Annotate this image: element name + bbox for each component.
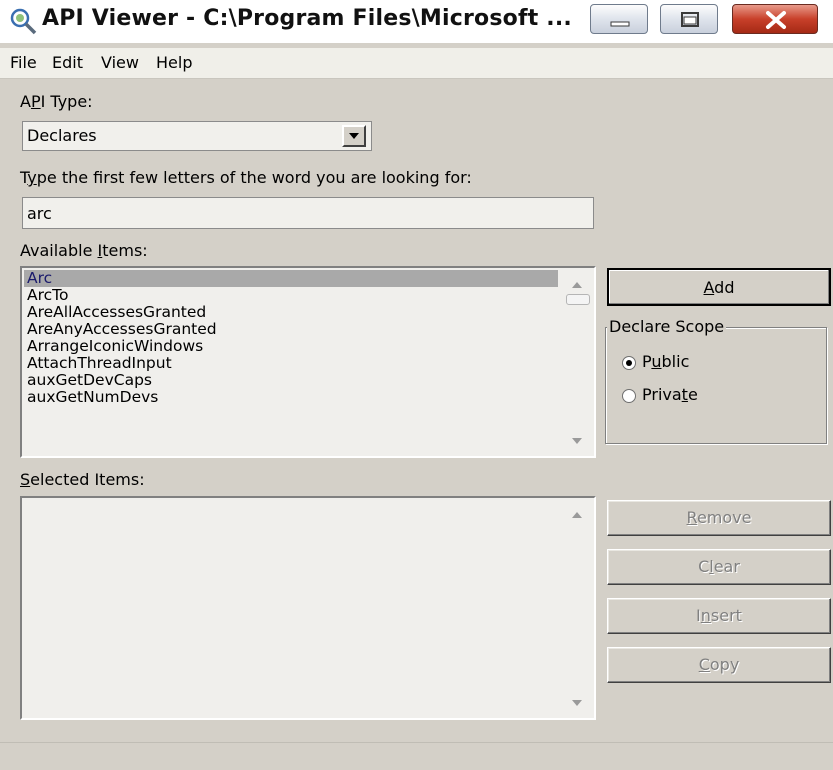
dropdown-button[interactable] <box>342 125 366 147</box>
minimize-icon <box>610 21 630 27</box>
copy-button[interactable]: Copy <box>607 647 831 683</box>
api-type-value: Declares <box>27 126 97 145</box>
window-title: API Viewer - C:\Program Files\Microsoft … <box>42 6 572 31</box>
scroll-up-icon[interactable] <box>572 512 582 518</box>
declare-scope-group <box>605 327 827 444</box>
search-input[interactable] <box>22 197 594 229</box>
close-button[interactable] <box>732 4 818 34</box>
search-label: Type the first few letters of the word y… <box>20 168 472 187</box>
clear-button[interactable]: Clear <box>607 549 831 585</box>
list-item[interactable]: AreAnyAccessesGranted <box>24 321 558 338</box>
maximize-button[interactable] <box>660 4 718 34</box>
minimize-button[interactable] <box>590 4 648 34</box>
available-items-container: Arc ArcTo AreAllAccessesGranted AreAnyAc… <box>24 270 558 406</box>
selected-items-label: Selected Items: <box>20 470 145 489</box>
api-viewer-app-icon <box>10 8 37 35</box>
private-label[interactable]: Private <box>642 385 698 404</box>
maximize-icon <box>681 12 699 27</box>
available-items-label: Available Items: <box>20 241 148 260</box>
scroll-down-icon[interactable] <box>572 700 582 706</box>
api-type-dropdown[interactable]: Declares <box>22 121 372 151</box>
insert-button[interactable]: Insert <box>607 598 831 634</box>
menu-file[interactable]: File <box>10 53 37 72</box>
list-item[interactable]: ArcTo <box>24 287 558 304</box>
chevron-down-icon <box>349 133 359 139</box>
public-label[interactable]: Public <box>642 352 689 371</box>
api-type-label: API Type: <box>20 92 93 111</box>
menu-bar: File Edit View Help <box>0 48 833 79</box>
available-items-list[interactable]: Arc ArcTo AreAllAccessesGranted AreAnyAc… <box>20 266 596 458</box>
close-icon <box>766 11 786 29</box>
list-item[interactable]: Arc <box>24 270 558 287</box>
remove-button[interactable]: Remove <box>607 500 831 536</box>
menu-help[interactable]: Help <box>156 53 192 72</box>
menu-view[interactable]: View <box>101 53 139 72</box>
available-items-scrollbar[interactable] <box>562 270 592 454</box>
radio-selected-dot <box>626 360 632 366</box>
menu-edit[interactable]: Edit <box>52 53 83 72</box>
public-radio[interactable] <box>622 356 636 370</box>
scroll-down-icon[interactable] <box>572 438 582 444</box>
list-item[interactable]: ArrangeIconicWindows <box>24 338 558 355</box>
declare-scope-legend: Declare Scope <box>607 317 727 336</box>
scroll-up-icon[interactable] <box>572 282 582 288</box>
selected-items-list[interactable] <box>20 496 596 720</box>
list-item[interactable]: auxGetDevCaps <box>24 372 558 389</box>
scroll-thumb[interactable] <box>566 294 590 305</box>
list-item[interactable]: auxGetNumDevs <box>24 389 558 406</box>
private-radio[interactable] <box>622 389 636 403</box>
list-item[interactable]: AreAllAccessesGranted <box>24 304 558 321</box>
list-item[interactable]: AttachThreadInput <box>24 355 558 372</box>
selected-items-scrollbar[interactable] <box>562 500 592 716</box>
add-button[interactable]: Add <box>607 268 831 306</box>
status-bar <box>0 742 833 770</box>
